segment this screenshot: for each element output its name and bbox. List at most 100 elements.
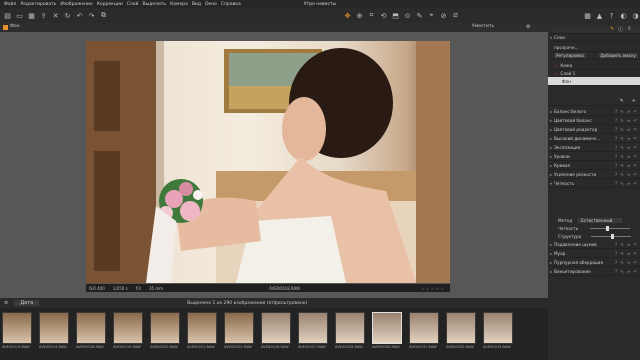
filmstrip-thumbnail[interactable]	[76, 312, 106, 344]
brush-icon[interactable]: ✎	[620, 98, 624, 104]
help-icon[interactable]: ?	[607, 11, 616, 20]
menu-item[interactable]: Коррекции	[97, 2, 123, 7]
exposure-warning-icon[interactable]: ◐	[619, 11, 628, 20]
add-mask-button[interactable]: Добавить маску	[598, 52, 638, 58]
tool-actions-icon[interactable]: ? ✎ ≡ ↶	[615, 118, 638, 123]
view-options-icon[interactable]: ⚙	[526, 24, 530, 30]
filmstrip-thumbnail[interactable]	[224, 312, 254, 344]
layer-check-icon[interactable]: ✓	[554, 71, 557, 76]
filmstrip-thumbnail[interactable]	[409, 312, 439, 344]
tool-section-header[interactable]: ▾ Четкость? ✎ ≡ ↶	[548, 179, 640, 188]
clarity-slider[interactable]	[590, 225, 631, 231]
layer-check-icon[interactable]: ✓	[554, 63, 557, 68]
export-icon[interactable]: ⇪	[39, 11, 48, 20]
menu-item[interactable]: Файл	[4, 2, 16, 7]
alert-icon[interactable]: ▲	[595, 11, 604, 20]
copy-icon[interactable]: ⧉	[99, 11, 108, 20]
menu-item[interactable]: Слой	[127, 2, 139, 7]
menu-item[interactable]: Справка	[221, 2, 241, 7]
filmstrip-thumbnail[interactable]	[261, 312, 291, 344]
tool-actions-icon[interactable]: ? ✎ ≡ ↶	[615, 242, 638, 247]
tool-actions-icon[interactable]: ? ✎ ≡ ↶	[615, 109, 638, 114]
close-icon[interactable]: ✕	[51, 11, 60, 20]
filmstrip-thumbnail[interactable]	[39, 312, 69, 344]
tool-section-header[interactable]: ▸ Баланс белого? ✎ ≡ ↶	[548, 107, 640, 116]
keystone-icon[interactable]: ⬒	[391, 11, 400, 20]
tool-section-header[interactable]: ▸ Усиление резкости? ✎ ≡ ↶	[548, 170, 640, 179]
sort-select[interactable]: Дата	[14, 300, 40, 306]
tool-actions-icon[interactable]: ? ✎ ≡ ↶	[615, 154, 638, 159]
menu-item[interactable]: Выделить	[142, 2, 166, 7]
folder-icon[interactable]: ▭	[15, 11, 24, 20]
adjust-tab-icon[interactable]: ✎	[610, 26, 614, 32]
brush-icon[interactable]: ✎	[415, 11, 424, 20]
tool-actions-icon[interactable]: ? ✎ ≡ ↶	[615, 181, 638, 186]
sort-icon[interactable]: ≡	[4, 300, 8, 306]
layers-header[interactable]: ▾ Слои	[548, 33, 640, 42]
layer-mode-select[interactable]: Регулировка	[554, 52, 586, 58]
tool-section-header[interactable]: ▸ Уровни? ✎ ≡ ↶	[548, 152, 640, 161]
filmstrip-thumbnail[interactable]	[187, 312, 217, 344]
filmstrip-thumbnail[interactable]	[372, 312, 402, 344]
tool-actions-icon[interactable]: ? ✎ ≡ ↶	[615, 172, 638, 177]
tool-section-header[interactable]: ▸ Муар? ✎ ≡ ↶	[548, 249, 640, 258]
star-rating-icon[interactable]: ☆ ☆ ☆ ☆ ☆	[421, 286, 444, 291]
tool-actions-icon[interactable]: ? ✎ ≡ ↶	[615, 251, 638, 256]
add-layer-icon[interactable]: +	[632, 98, 636, 104]
tool-section-header[interactable]: ▸ Цветовой редактор? ✎ ≡ ↶	[548, 125, 640, 134]
tools-panel: ✎ ⓘ ⇪ ▾ Слои прозрачн... Регулировка Доб…	[548, 23, 640, 360]
import-icon[interactable]: ▤	[3, 11, 12, 20]
tool-section-header[interactable]: ▸ Экспозиция? ✎ ≡ ↶	[548, 143, 640, 152]
slider-handle[interactable]	[606, 225, 610, 231]
layer-selector[interactable]: Фон	[10, 24, 20, 29]
filmstrip-header: ≡ Дата Выделено 1 из 290 изображения (от…	[0, 298, 548, 308]
tool-actions-icon[interactable]: ? ✎ ≡ ↶	[615, 127, 638, 132]
tool-actions-icon[interactable]: ? ✎ ≡ ↶	[615, 269, 638, 274]
tool-section-header[interactable]: ▸ Кривая? ✎ ≡ ↶	[548, 161, 640, 170]
menu-item[interactable]: Изображение	[60, 2, 92, 7]
tool-section-header[interactable]: ▸ Подавление шумов? ✎ ≡ ↶	[548, 240, 640, 249]
pan-tool-icon[interactable]: ✥	[343, 11, 352, 20]
selection-status: Выделено 1 из 290 изображения (отфильтро…	[187, 300, 308, 306]
structure-slider[interactable]	[591, 233, 632, 239]
filmstrip-thumbnail[interactable]	[150, 312, 180, 344]
grid-view-icon[interactable]: ▦	[583, 11, 592, 20]
filmstrip-thumbnail[interactable]	[2, 312, 32, 344]
tool-actions-icon[interactable]: ? ✎ ≡ ↶	[615, 136, 638, 141]
filmstrip-thumbnail[interactable]	[298, 312, 328, 344]
tool-section-header[interactable]: ▸ Цветовой баланс? ✎ ≡ ↶	[548, 116, 640, 125]
tool-section-header[interactable]: ▸ Виньетирование? ✎ ≡ ↶	[548, 267, 640, 276]
rotate-tool-icon[interactable]: ⟲	[379, 11, 388, 20]
rotate-icon[interactable]: ↻	[63, 11, 72, 20]
tool-actions-icon[interactable]: ? ✎ ≡ ↶	[615, 260, 638, 265]
filmstrip-thumbnail[interactable]	[446, 312, 476, 344]
menu-item[interactable]: Редактировать	[20, 2, 56, 7]
menu-item[interactable]: Окно	[205, 2, 217, 7]
proof-icon[interactable]: ◑	[631, 11, 640, 20]
tool-section-header[interactable]: ▸ Пурпурная аберрация? ✎ ≡ ↶	[548, 258, 640, 267]
spot-remove-icon[interactable]: ⊙	[403, 11, 412, 20]
picker-icon[interactable]: ⌖	[427, 11, 436, 20]
filmstrip-thumbnail[interactable]	[335, 312, 365, 344]
menu-item[interactable]: Камера	[170, 2, 188, 7]
zoom-icon[interactable]: ⊕	[355, 11, 364, 20]
grid-icon[interactable]: ▦	[27, 11, 36, 20]
meta-tab-icon[interactable]: ⓘ	[618, 26, 623, 33]
tool-section-header[interactable]: ▸ Высокий динамиче...? ✎ ≡ ↶	[548, 134, 640, 143]
filmstrip-thumbnail[interactable]	[483, 312, 513, 344]
crop-icon[interactable]: ⌗	[367, 11, 376, 20]
tool-actions-icon[interactable]: ? ✎ ≡ ↶	[615, 163, 638, 168]
slider-handle[interactable]	[611, 233, 615, 239]
annotation-icon[interactable]: ⧄	[451, 11, 460, 20]
undo-icon[interactable]: ↶	[75, 11, 84, 20]
eyedropper-icon[interactable]: ⊘	[439, 11, 448, 20]
method-select[interactable]: Естественный	[578, 217, 623, 223]
layer-item-selected[interactable]: Фон	[548, 77, 640, 86]
zoom-selector[interactable]: Уместить	[472, 24, 494, 29]
tool-actions-icon[interactable]: ? ✎ ≡ ↶	[615, 145, 638, 150]
filmstrip-thumbnail[interactable]	[113, 312, 143, 344]
menu-item[interactable]: Вид	[192, 2, 201, 7]
redo-icon[interactable]: ↷	[87, 11, 96, 20]
main-photo[interactable]	[86, 41, 450, 283]
export-tab-icon[interactable]: ⇪	[627, 26, 631, 32]
